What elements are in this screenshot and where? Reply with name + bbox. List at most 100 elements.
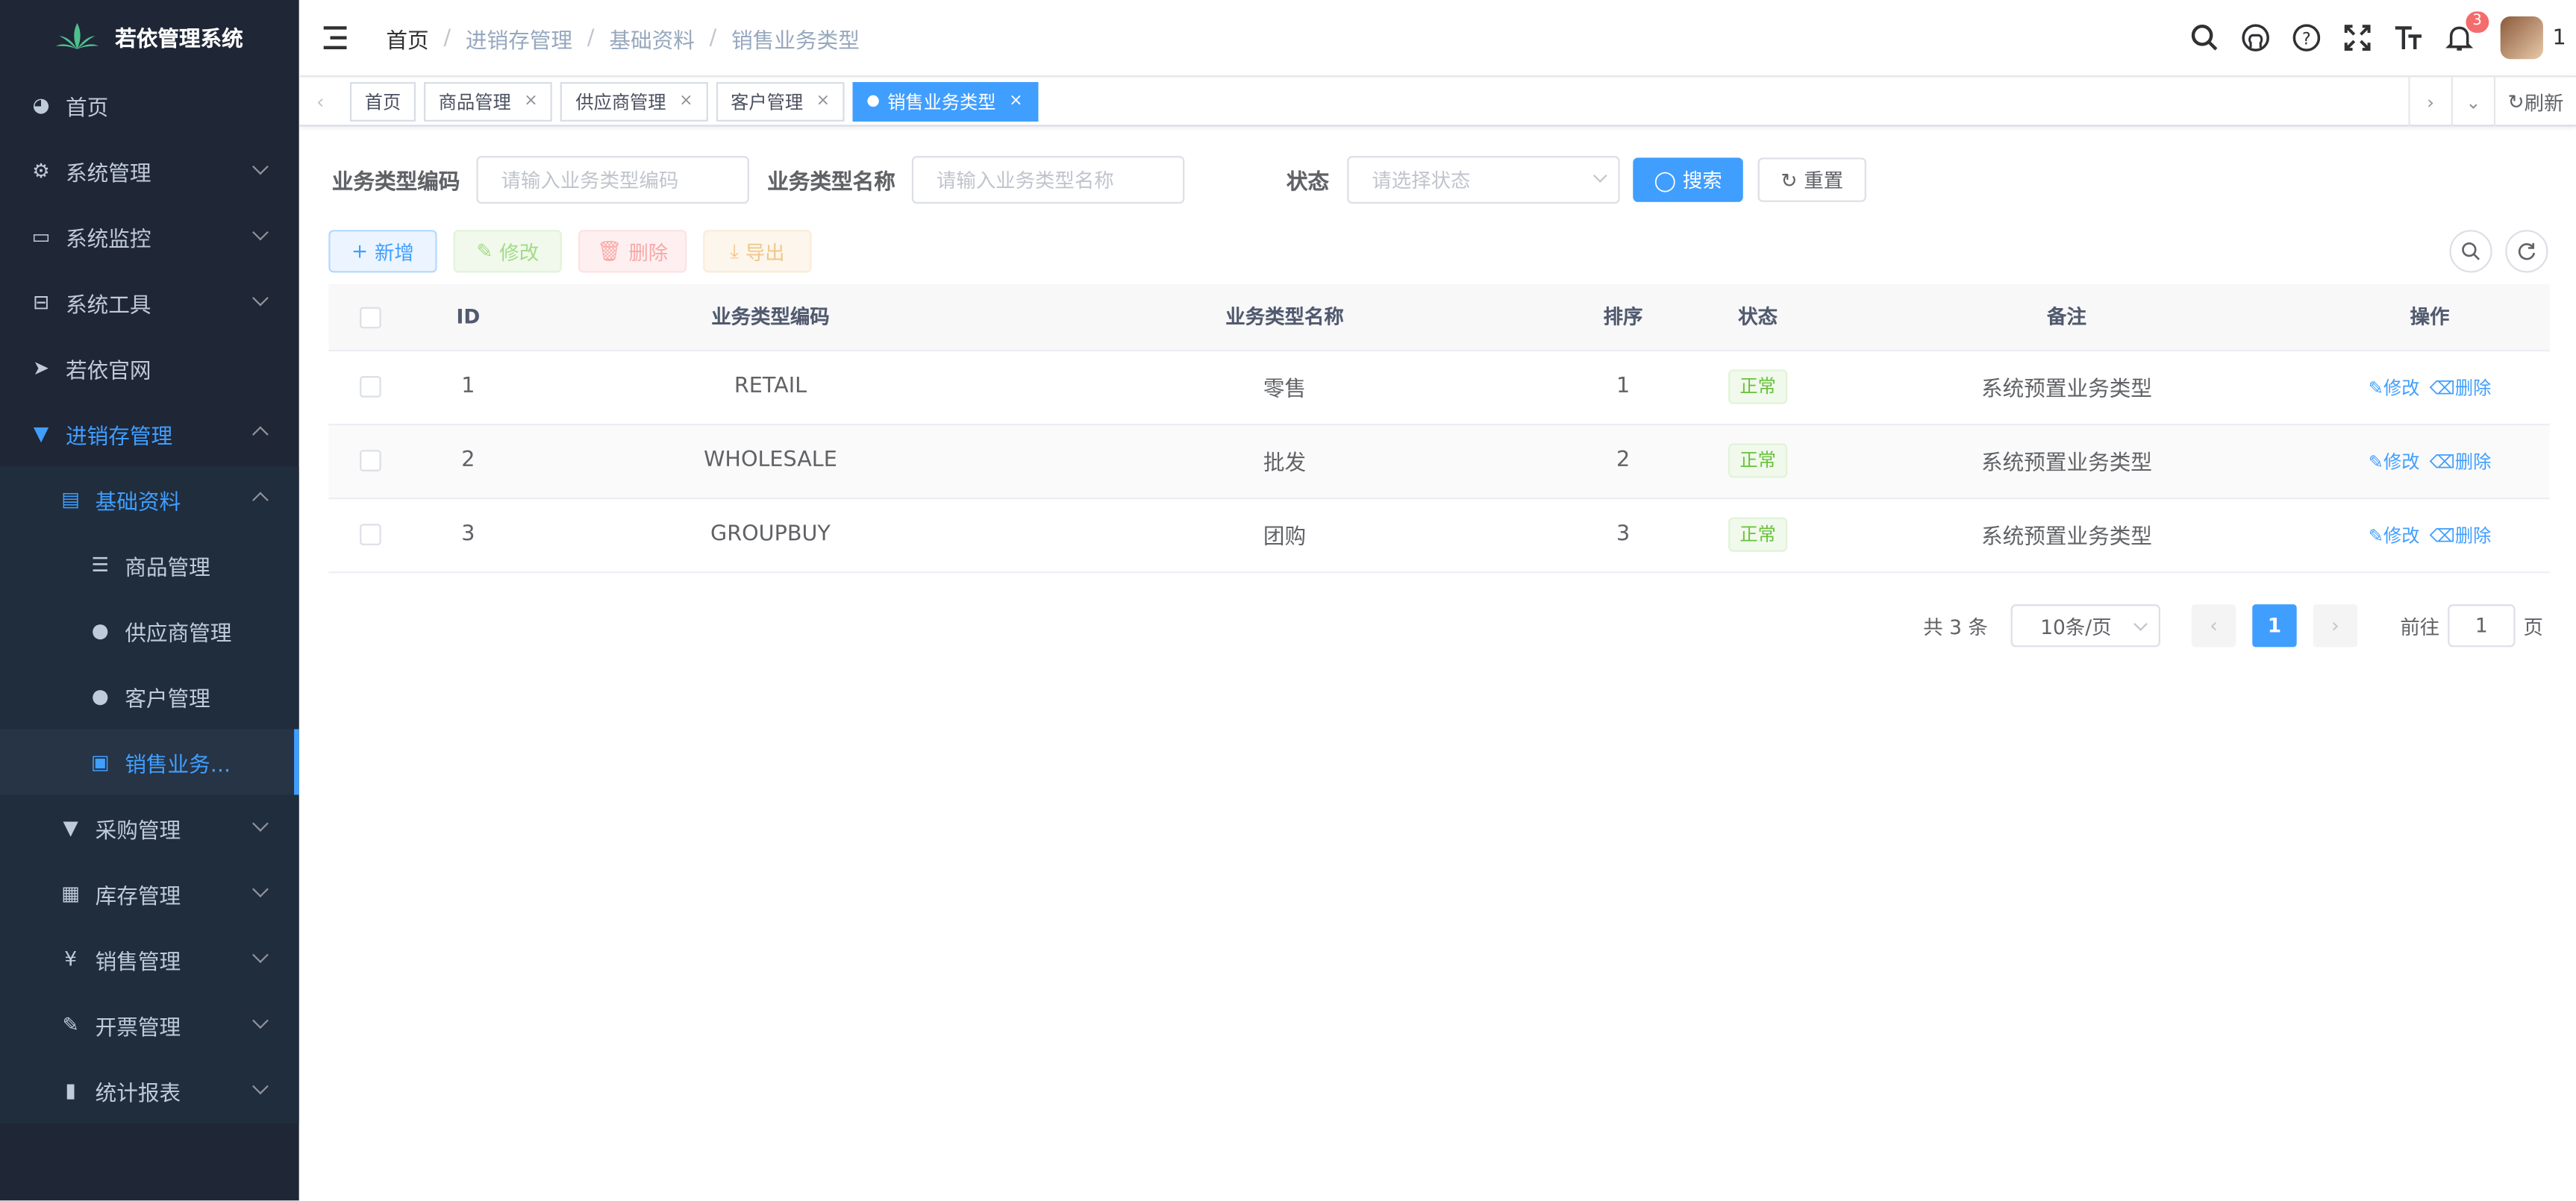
row-edit-button[interactable]: ✎修改	[2369, 451, 2420, 472]
tab-home[interactable]: 首页	[349, 81, 416, 121]
tags-dropdown-icon[interactable]: ⌄	[2451, 77, 2494, 127]
sidebar-item-basic-data[interactable]: ▤ 基础资料	[0, 466, 299, 533]
app-logo[interactable]: 若依管理系统	[0, 0, 299, 72]
page-unit-label: 页	[2523, 615, 2543, 639]
select-all-checkbox[interactable]	[359, 307, 381, 328]
search-icon[interactable]	[2186, 19, 2222, 55]
page-size-value: 10条/页	[2040, 615, 2112, 639]
tab-sales-type[interactable]: 销售业务类型 ×	[852, 81, 1038, 121]
close-icon[interactable]: ×	[679, 92, 693, 110]
gear-icon: ⚙	[32, 159, 50, 183]
delete-label: 删除	[628, 240, 669, 264]
edit-icon: ✎	[2368, 524, 2383, 546]
sidebar-item-monitor[interactable]: ▭ 系统监控	[0, 204, 299, 269]
add-button[interactable]: + 新增	[328, 230, 437, 273]
tab-products[interactable]: 商品管理 ×	[423, 81, 553, 121]
total-count: 共 3 条	[1923, 615, 1988, 639]
search-icon	[2462, 242, 2480, 260]
row-delete-button[interactable]: ⌫删除	[2430, 524, 2492, 546]
row-edit-button[interactable]: ✎修改	[2369, 377, 2420, 398]
row-edit-label: 修改	[2383, 451, 2420, 472]
sidebar-item-sales-type[interactable]: ▣ 销售业务...	[0, 729, 299, 795]
toolbar: + 新增 ✎ 修改 🗑 删除 ⤓ 导出	[328, 230, 828, 273]
sidebar-item-system[interactable]: ⚙ 系统管理	[0, 138, 299, 204]
next-page-button[interactable]: ›	[2313, 604, 2358, 647]
sidebar-item-label: 首页	[66, 95, 109, 121]
tags-prev-icon[interactable]: ‹	[299, 76, 342, 125]
code-label: 业务类型编码	[331, 170, 460, 195]
table-row[interactable]: 3 GROUPBUY 团购 3 正常 系统预置业务类型 ✎修改 ⌫删除	[328, 498, 2550, 573]
sidebar-item-sales[interactable]: ¥ 销售管理	[0, 926, 299, 992]
sidebar-item-website[interactable]: ➤ 若依官网	[0, 335, 299, 401]
app-title: 若依管理系统	[115, 27, 243, 52]
sidebar-item-products[interactable]: ☰ 商品管理	[0, 532, 299, 598]
breadcrumb-item: 销售业务类型	[731, 28, 860, 54]
sidebar-item-label: 基础资料	[95, 490, 181, 515]
user-icon: ●	[91, 685, 109, 708]
goto-page-input[interactable]: 1	[2448, 604, 2516, 647]
toggle-search-button[interactable]	[2449, 230, 2492, 273]
edit-button[interactable]: ✎ 修改	[453, 230, 562, 273]
active-dot-icon	[867, 95, 880, 107]
prev-page-button[interactable]: ‹	[2191, 604, 2236, 647]
chevron-down-icon	[252, 881, 269, 898]
refresh-button[interactable]: ↻ 刷新	[2493, 77, 2576, 127]
user-name[interactable]: 1	[2553, 25, 2566, 50]
sidebar-item-customers[interactable]: ● 客户管理	[0, 663, 299, 730]
page-size-select[interactable]: 10条/页	[2010, 604, 2160, 647]
sidebar-item-reports[interactable]: ▮ 统计报表	[0, 1057, 299, 1123]
status-select[interactable]: 请选择状态	[1347, 156, 1620, 204]
row-checkbox[interactable]	[359, 376, 381, 398]
help-icon[interactable]: ?	[2288, 19, 2324, 55]
row-delete-button[interactable]: ⌫删除	[2430, 451, 2492, 472]
row-delete-button[interactable]: ⌫删除	[2430, 377, 2492, 398]
table-row[interactable]: 2 WHOLESALE 批发 2 正常 系统预置业务类型 ✎修改 ⌫删除	[328, 423, 2550, 499]
fullscreen-icon[interactable]	[2339, 19, 2375, 55]
sidebar: 若依管理系统 ◕ 首页 ⚙ 系统管理 ▭ 系统监控 ⊟ 系统工具 ➤ 若依官网 …	[0, 0, 299, 1201]
sidebar-item-invoice[interactable]: ✎ 开票管理	[0, 991, 299, 1058]
bell-icon[interactable]: 3	[2441, 10, 2490, 55]
font-size-icon[interactable]	[2390, 19, 2426, 55]
table-row[interactable]: 1 RETAIL 零售 1 正常 系统预置业务类型 ✎修改 ⌫删除	[328, 349, 2550, 425]
delete-button[interactable]: 🗑 删除	[578, 230, 687, 273]
tags-next-icon[interactable]: ›	[2408, 77, 2451, 127]
tab-customers[interactable]: 客户管理 ×	[716, 81, 845, 121]
row-checkbox[interactable]	[359, 450, 381, 471]
close-icon[interactable]: ×	[816, 92, 830, 110]
row-edit-button[interactable]: ✎修改	[2369, 524, 2420, 546]
close-icon[interactable]: ×	[524, 92, 537, 110]
page-number-button[interactable]: 1	[2252, 604, 2297, 647]
sidebar-item-stock[interactable]: ▦ 库存管理	[0, 860, 299, 926]
paper-plane-icon: ➤	[32, 356, 50, 380]
export-label: 导出	[745, 240, 785, 264]
edit-icon: ✎	[62, 1013, 79, 1037]
tab-suppliers[interactable]: 供应商管理 ×	[560, 81, 708, 121]
github-icon[interactable]	[2237, 19, 2273, 55]
sidebar-item-suppliers[interactable]: ● 供应商管理	[0, 598, 299, 664]
code-input[interactable]: 请输入业务类型编码	[476, 156, 749, 204]
sidebar-item-inventory[interactable]: ▼ 进销存管理	[0, 401, 299, 466]
toolbox-icon: ⊟	[32, 290, 50, 314]
avatar[interactable]	[2500, 16, 2543, 60]
sidebar-item-tools[interactable]: ⊟ 系统工具	[0, 269, 299, 335]
sidebar-item-label: 统计报表	[95, 1081, 181, 1106]
search-button[interactable]: ◯ 搜索	[1633, 157, 1743, 202]
export-button[interactable]: ⤓ 导出	[703, 230, 812, 273]
row-checkbox[interactable]	[359, 524, 381, 545]
status-badge: 正常	[1728, 517, 1788, 552]
breadcrumb-item[interactable]: 基础资料	[609, 22, 695, 54]
reset-button[interactable]: ↻ 重置	[1757, 157, 1867, 202]
sidebar-item-purchase[interactable]: ▼ 采购管理	[0, 794, 299, 861]
sidebar-item-label: 系统工具	[66, 292, 151, 318]
logo-icon	[55, 22, 99, 50]
data-table: ID 业务类型编码 业务类型名称 排序 状态 备注 操作 1 RETAIL 零售…	[328, 283, 2550, 573]
hamburger-icon[interactable]	[323, 26, 350, 50]
sidebar-item-home[interactable]: ◕ 首页	[0, 72, 299, 138]
name-input[interactable]: 请输入业务类型名称	[911, 156, 1185, 204]
breadcrumb-item[interactable]: 进销存管理	[466, 22, 572, 54]
breadcrumb-item[interactable]: 首页	[386, 22, 428, 54]
refresh-icon: ↻	[2507, 90, 2525, 113]
refresh-table-button[interactable]	[2505, 230, 2548, 273]
close-icon[interactable]: ×	[1009, 92, 1022, 110]
column-header: 备注	[1823, 283, 2310, 351]
